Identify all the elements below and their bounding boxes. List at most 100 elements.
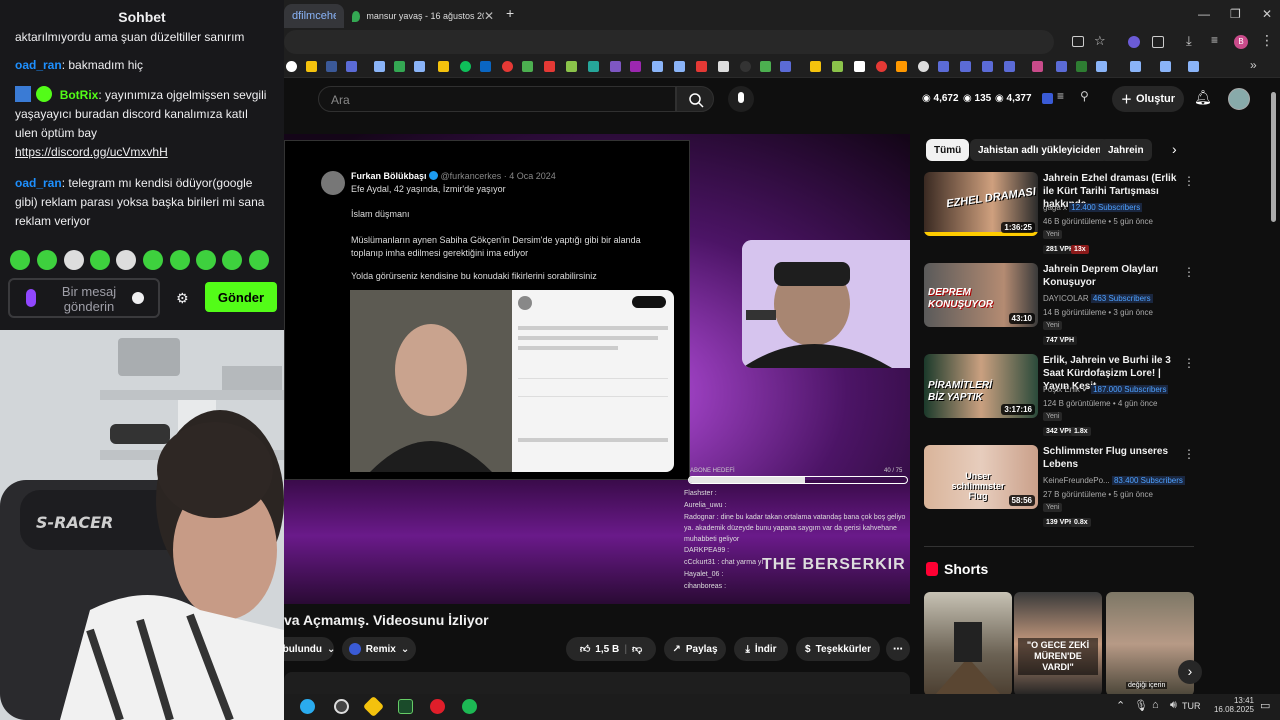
bookmark-star-icon[interactable]: ☆: [1094, 33, 1106, 49]
menu-kebab-icon[interactable]: ⋮: [1260, 32, 1274, 49]
page-scrollbar[interactable]: [1271, 92, 1276, 222]
emote-icon[interactable]: [170, 250, 190, 270]
notifications-icon[interactable]: ▭: [1260, 699, 1270, 712]
chips-next-icon[interactable]: ›: [1172, 141, 1177, 157]
bookmark-icon[interactable]: [780, 61, 791, 72]
media-icon[interactable]: ≡: [1211, 33, 1218, 47]
account-avatar[interactable]: [1228, 88, 1250, 110]
bookmark-icon[interactable]: [566, 61, 577, 72]
audition-icon[interactable]: [398, 699, 413, 714]
bookmark-icon[interactable]: [740, 61, 751, 72]
bookmark-icon[interactable]: [854, 61, 865, 72]
emote-icon[interactable]: [90, 250, 110, 270]
channel-name[interactable]: Foşix Erlik: [1043, 385, 1080, 394]
bookmark-icon[interactable]: [832, 61, 843, 72]
chat-message-input[interactable]: Bir mesaj gönderin: [8, 278, 160, 318]
bookmark-icon[interactable]: [522, 61, 533, 72]
volume-icon[interactable]: 🔊︎: [1170, 699, 1177, 712]
search-input[interactable]: Ara: [318, 86, 676, 112]
bookmark-icon[interactable]: [588, 61, 599, 72]
video-thumbnail[interactable]: PİRAMİTLERİ BİZ YAPTIK 3:17:16: [924, 354, 1038, 418]
bookmark-icon[interactable]: [460, 61, 471, 72]
restore-icon[interactable]: ❐: [1230, 7, 1241, 21]
video-title[interactable]: Jahrein Deprem Olayları Konuşuyor: [1043, 263, 1183, 289]
language-indicator[interactable]: TUR: [1182, 701, 1201, 711]
new-tab-button[interactable]: +: [506, 5, 514, 21]
profile-avatar[interactable]: B: [1234, 35, 1248, 49]
send-button[interactable]: Gönder: [205, 282, 277, 312]
thanks-button[interactable]: $ Teşekkürler: [796, 637, 880, 661]
video-thumbnail[interactable]: Unser schlimmster Flug 58:56: [924, 445, 1038, 509]
bookmark-folder-icon[interactable]: [1160, 61, 1171, 72]
emote-icon[interactable]: [196, 250, 216, 270]
more-vertical-icon[interactable]: ⋮: [1183, 174, 1195, 188]
recommendation-item[interactable]: EZHEL DRAMASI 1:36:25 Jahrein Ezhel dram…: [924, 172, 1195, 256]
chip-all[interactable]: Tümü: [926, 139, 970, 161]
chat-username[interactable]: oad_ran: [15, 58, 62, 72]
extension-icon[interactable]: ⚲: [1080, 89, 1089, 103]
channel-name[interactable]: KeineFreundePo...: [1043, 476, 1110, 485]
bookmark-icon[interactable]: [610, 61, 621, 72]
channel-name[interactable]: DAYICOLAR: [1043, 294, 1089, 303]
emote-icon[interactable]: [249, 250, 269, 270]
bookmark-icon[interactable]: [760, 61, 771, 72]
bookmark-icon[interactable]: [1076, 61, 1087, 72]
emoji-icon[interactable]: [132, 292, 144, 304]
extension-icon[interactable]: [1042, 93, 1053, 104]
extension-icon[interactable]: [1128, 36, 1140, 48]
bookmark-icon[interactable]: [306, 61, 317, 72]
bookmark-icon[interactable]: [394, 61, 405, 72]
more-vertical-icon[interactable]: ⋮: [1183, 447, 1195, 461]
bookmark-icon[interactable]: [918, 61, 929, 72]
notifications-bell-icon[interactable]: 🔔︎: [1194, 89, 1212, 106]
voice-search-button[interactable]: [728, 86, 754, 112]
download-button[interactable]: ⤓ İndir: [734, 637, 788, 661]
clock[interactable]: 13:41 16.08.2025: [1212, 696, 1254, 714]
bookmark-icon[interactable]: [630, 61, 641, 72]
more-actions-button[interactable]: ⋯: [886, 637, 910, 661]
emote-icon[interactable]: [222, 250, 242, 270]
bookmark-icon[interactable]: [896, 61, 907, 72]
bookmark-folder-icon[interactable]: [414, 61, 425, 72]
bookmark-icon[interactable]: [1032, 61, 1043, 72]
tray-chevron-icon[interactable]: ⌃: [1116, 699, 1125, 712]
short-item[interactable]: "O GECE ZEKİ MÜREN'DE VARDI": [1014, 592, 1102, 696]
minimize-icon[interactable]: —: [1198, 7, 1210, 21]
bookmark-icon[interactable]: [718, 61, 729, 72]
bookmark-folder-icon[interactable]: [652, 61, 663, 72]
bookmark-icon[interactable]: [982, 61, 993, 72]
chat-username[interactable]: oad_ran: [15, 176, 62, 190]
bookmark-icon[interactable]: [502, 61, 513, 72]
emote-icon[interactable]: [116, 250, 136, 270]
bookmark-folder-icon[interactable]: [674, 61, 685, 72]
subscribed-button[interactable]: bulundu ⌄: [283, 637, 335, 661]
bookmark-icon[interactable]: [286, 61, 297, 72]
emote-icon[interactable]: [37, 250, 57, 270]
list-icon[interactable]: ≡: [1057, 89, 1064, 103]
like-dislike-button[interactable]: 👍︎ 1,5 B | 👎︎: [566, 637, 656, 661]
close-window-icon[interactable]: ✕: [1262, 7, 1272, 21]
bookmarks-overflow-icon[interactable]: »: [1250, 58, 1257, 72]
bookmark-icon[interactable]: [346, 61, 357, 72]
video-thumbnail[interactable]: DEPREM KONUŞUYOR 43:10: [924, 263, 1038, 327]
bookmark-icon[interactable]: [544, 61, 555, 72]
browser-tab[interactable]: dfilmcehe: [284, 4, 344, 28]
bookmark-icon[interactable]: [960, 61, 971, 72]
bookmark-icon[interactable]: [326, 61, 337, 72]
bookmark-folder-icon[interactable]: [1130, 61, 1141, 72]
create-button[interactable]: ＋ Oluştur: [1112, 86, 1184, 112]
more-vertical-icon[interactable]: ⋮: [1183, 356, 1195, 370]
opera-icon[interactable]: [430, 699, 445, 714]
bookmark-icon[interactable]: [1004, 61, 1015, 72]
channel-name[interactable]: gaga x: [1043, 203, 1067, 212]
settings-gear-icon[interactable]: ⚙: [176, 290, 189, 307]
bookmark-icon[interactable]: [938, 61, 949, 72]
bookmark-folder-icon[interactable]: [1188, 61, 1199, 72]
short-item[interactable]: [924, 592, 1012, 696]
network-icon[interactable]: ⌂: [1152, 699, 1159, 711]
bookmark-icon[interactable]: [876, 61, 887, 72]
telegram-icon[interactable]: [300, 699, 315, 714]
recommendation-item[interactable]: Unser schlimmster Flug 58:56 Schlimmster…: [924, 445, 1195, 529]
bookmark-folder-icon[interactable]: [374, 61, 385, 72]
app-icon[interactable]: [362, 695, 385, 718]
